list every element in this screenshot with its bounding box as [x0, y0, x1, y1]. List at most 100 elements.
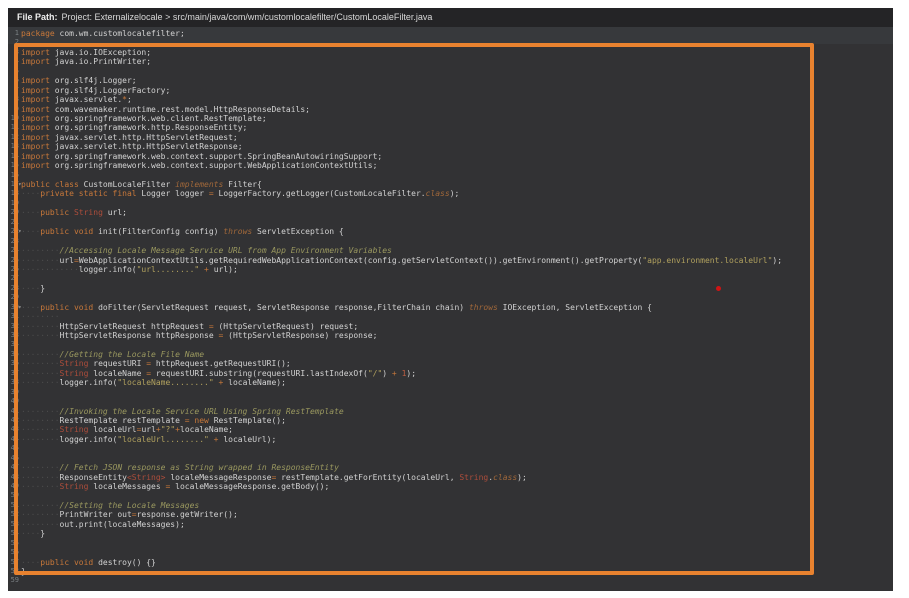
line-number: 37 — [8, 369, 19, 378]
whitespace-dots: ···· — [21, 227, 40, 236]
line-number: 48 — [8, 473, 19, 482]
code-line: 43········String localeUrl=url+"?"+local… — [8, 425, 893, 434]
whitespace-dots: ···· — [21, 303, 40, 312]
code-line: 57····public void destroy() {} — [8, 558, 893, 567]
code-line: 13import javax.servlet.http.HttpServletR… — [8, 142, 893, 151]
line-number: 52 — [8, 510, 19, 519]
whitespace-dots: ········ — [21, 359, 60, 368]
line-number: 26 — [8, 265, 19, 274]
code-line: 27 — [8, 274, 893, 283]
code-line: 42········RestTemplate restTemplate = ne… — [8, 416, 893, 425]
line-number: 12 — [8, 133, 19, 142]
whitespace-dots: ········ — [21, 331, 60, 340]
code-line: 45 — [8, 444, 893, 453]
code-line: 36········String requestURI = httpReques… — [8, 359, 893, 368]
line-number: 11 — [8, 123, 19, 132]
code-line: 52········PrintWriter out=response.getWr… — [8, 510, 893, 519]
line-number: 43 — [8, 425, 19, 434]
line-number: 54 — [8, 529, 19, 538]
code-line: 46 — [8, 454, 893, 463]
line-number: 2 — [8, 38, 19, 47]
line-number: 27 — [8, 274, 19, 283]
line-number: 58 — [8, 567, 19, 576]
fold-arrow-icon[interactable]: ▾ — [18, 180, 22, 189]
line-number: 46 — [8, 454, 19, 463]
code-line: 53········out.print(localeMessages); — [8, 520, 893, 529]
line-number: 19 — [8, 199, 19, 208]
line-number: 6 — [8, 76, 19, 85]
whitespace-dots: ········ — [21, 482, 60, 491]
line-number: 21 — [8, 218, 19, 227]
code-line: 12import javax.servlet.http.HttpServletR… — [8, 133, 893, 142]
file-path-label: File Path: — [17, 12, 58, 22]
file-path-value: Project: Externalizelocale > src/main/ja… — [62, 12, 433, 22]
whitespace-dots: ········ — [21, 322, 60, 331]
code-line: 22▾····public void init(FilterConfig con… — [8, 227, 893, 236]
line-number: 40 — [8, 397, 19, 406]
whitespace-dots: ···· — [21, 529, 40, 538]
line-number: 42 — [8, 416, 19, 425]
whitespace-dots: ········ — [21, 369, 60, 378]
fold-arrow-icon[interactable]: ▾ — [18, 303, 22, 312]
line-number: 23 — [8, 237, 19, 246]
title-bar: File Path: Project: Externalizelocale > s… — [8, 8, 893, 27]
whitespace-dots: ········ — [21, 416, 60, 425]
line-number: 34 — [8, 340, 19, 349]
line-number: 49 — [8, 482, 19, 491]
code-line: 29 — [8, 293, 893, 302]
code-line: 40 — [8, 397, 893, 406]
code-line: 2 — [8, 38, 893, 47]
code-line: 37········String localeName = requestURI… — [8, 369, 893, 378]
line-number: 28 — [8, 284, 19, 293]
line-number: 32 — [8, 322, 19, 331]
code-line: 39 — [8, 388, 893, 397]
editor-window: File Path: Project: Externalizelocale > s… — [8, 8, 893, 591]
line-number: 38 — [8, 378, 19, 387]
line-number: 16 — [8, 171, 19, 180]
code-line: 19 — [8, 199, 893, 208]
code-line: 24········//Accessing Locale Message Ser… — [8, 246, 893, 255]
code-line: 55 — [8, 539, 893, 548]
code-line: 49········String localeMessages = locale… — [8, 482, 893, 491]
line-number: 44 — [8, 435, 19, 444]
code-line: 9import com.wavemaker.runtime.rest.model… — [8, 105, 893, 114]
code-line: 59 — [8, 576, 893, 585]
line-number: 18 — [8, 189, 19, 198]
code-line: 20····public String url; — [8, 208, 893, 217]
whitespace-dots: ········ — [21, 350, 60, 359]
line-number: 5 — [8, 67, 19, 76]
code-area[interactable]: 1package com.wm.customlocalefilter;23imp… — [8, 27, 893, 591]
annotation-red-dot-icon — [716, 286, 721, 291]
code-line: 30▾····public void doFilter(ServletReque… — [8, 303, 893, 312]
line-number: 9 — [8, 105, 19, 114]
line-number: 13 — [8, 142, 19, 151]
line-number: 51 — [8, 501, 19, 510]
code-line: 23 — [8, 237, 893, 246]
line-number: 15 — [8, 161, 19, 170]
line-number: 56 — [8, 548, 19, 557]
whitespace-dots: ········ — [21, 510, 60, 519]
whitespace-dots: ···· — [21, 558, 40, 567]
code-line: 26············logger.info("url........" … — [8, 265, 893, 274]
whitespace-dots: ········ — [21, 463, 60, 472]
whitespace-dots: ········ — [21, 520, 60, 529]
code-line: 10import org.springframework.web.client.… — [8, 114, 893, 123]
line-number: 8 — [8, 95, 19, 104]
line-number: 45 — [8, 444, 19, 453]
code-line: 33········HttpServletResponse httpRespon… — [8, 331, 893, 340]
whitespace-dots: ········ — [21, 378, 60, 387]
line-number: 4 — [8, 57, 19, 66]
code-line: 48········ResponseEntity<String> localeM… — [8, 473, 893, 482]
line-number: 7 — [8, 86, 19, 95]
whitespace-dots: ···· — [21, 189, 40, 198]
line-number: 29 — [8, 293, 19, 302]
fold-arrow-icon[interactable]: ▾ — [18, 227, 22, 236]
line-number: 31 — [8, 312, 19, 321]
whitespace-dots: ········ — [21, 425, 60, 434]
code-line: 4import java.io.PrintWriter; — [8, 57, 893, 66]
code-line: 38········logger.info("localeName.......… — [8, 378, 893, 387]
whitespace-dots: ···· — [21, 208, 40, 217]
code-line: 8import javax.servlet.*; — [8, 95, 893, 104]
code-line: 11import org.springframework.http.Respon… — [8, 123, 893, 132]
code-line: 21 — [8, 218, 893, 227]
